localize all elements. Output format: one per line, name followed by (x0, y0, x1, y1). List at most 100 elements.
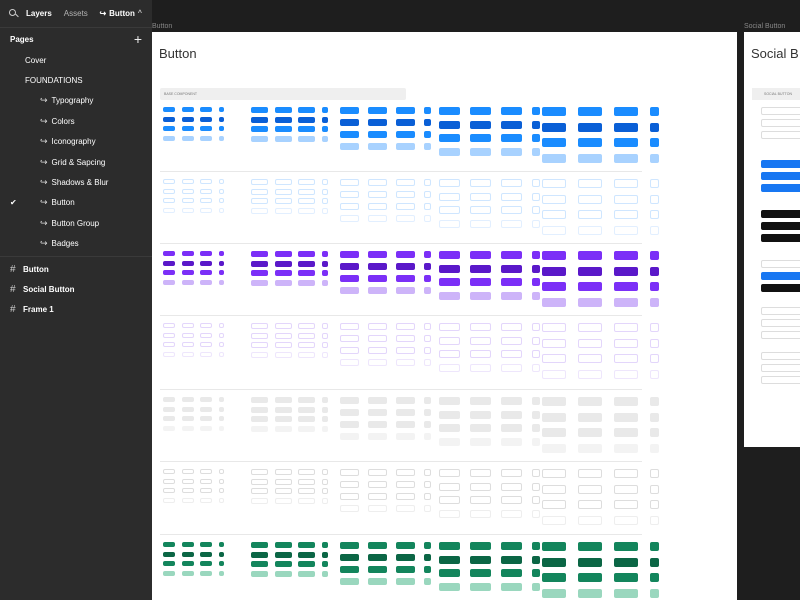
button-variant[interactable] (274, 198, 292, 204)
button-variant[interactable] (274, 478, 292, 485)
add-page-icon[interactable]: + (134, 32, 142, 46)
button-variant[interactable] (396, 251, 415, 258)
button-variant[interactable] (396, 347, 415, 354)
button-variant[interactable] (251, 425, 268, 432)
button-variant[interactable] (368, 323, 387, 330)
button-variant[interactable] (298, 406, 315, 413)
button-variant[interactable] (396, 433, 415, 440)
button-variant[interactable] (298, 207, 315, 214)
icon-button-variant[interactable] (532, 134, 540, 142)
button-variant[interactable] (274, 342, 292, 348)
button-variant[interactable] (470, 350, 491, 358)
button-variant[interactable] (542, 338, 566, 348)
button-variant[interactable] (470, 120, 491, 129)
button-variant[interactable] (368, 275, 387, 282)
button-variant[interactable] (501, 251, 522, 259)
button-variant[interactable] (340, 191, 359, 198)
button-variant[interactable] (614, 588, 638, 598)
button-variant[interactable] (274, 551, 292, 558)
button-variant[interactable] (368, 191, 387, 198)
button-variant[interactable] (396, 107, 415, 114)
button-variant[interactable] (501, 569, 522, 577)
button-variant[interactable] (542, 194, 566, 204)
button-variant[interactable] (181, 251, 194, 256)
button-variant[interactable] (340, 263, 359, 270)
button-variant[interactable] (181, 478, 194, 484)
icon-button-variant[interactable] (424, 131, 431, 138)
icon-button-variant[interactable] (424, 191, 431, 198)
social-sign-in-button[interactable] (761, 331, 800, 339)
button-variant[interactable] (181, 561, 194, 566)
icon-button-variant[interactable] (532, 482, 540, 491)
icon-button-variant[interactable] (321, 126, 328, 132)
icon-button-variant[interactable] (218, 351, 224, 357)
button-variant[interactable] (298, 135, 315, 142)
button-variant[interactable] (578, 515, 602, 525)
button-variant[interactable] (542, 297, 566, 307)
button-variant[interactable] (163, 416, 175, 421)
button-variant[interactable] (163, 179, 175, 184)
button-variant[interactable] (614, 428, 638, 437)
button-variant[interactable] (181, 260, 194, 266)
button-variant[interactable] (614, 225, 638, 235)
icon-button-variant[interactable] (532, 219, 540, 228)
button-variant[interactable] (340, 554, 359, 561)
icon-button-variant[interactable] (650, 500, 659, 509)
button-variant[interactable] (368, 179, 387, 186)
button-variant[interactable] (274, 488, 292, 494)
icon-button-variant[interactable] (218, 107, 224, 112)
button-variant[interactable] (298, 416, 315, 422)
icon-button-variant[interactable] (218, 116, 224, 122)
button-variant[interactable] (578, 397, 602, 406)
button-variant[interactable] (251, 488, 268, 494)
button-variant[interactable] (439, 134, 460, 142)
page-item[interactable]: ↪ Typography (0, 91, 152, 111)
button-variant[interactable] (470, 278, 491, 286)
button-variant[interactable] (614, 369, 638, 379)
button-variant[interactable] (200, 251, 212, 256)
button-variant[interactable] (439, 496, 460, 504)
button-variant[interactable] (396, 566, 415, 573)
button-variant[interactable] (614, 179, 638, 188)
button-variant[interactable] (470, 569, 491, 577)
button-variant[interactable] (200, 332, 212, 338)
button-variant[interactable] (181, 551, 194, 557)
button-variant[interactable] (614, 484, 638, 494)
button-variant[interactable] (396, 542, 415, 549)
icon-button-variant[interactable] (650, 443, 659, 453)
button-variant[interactable] (340, 493, 359, 500)
button-variant[interactable] (470, 179, 491, 187)
icon-button-variant[interactable] (424, 179, 431, 186)
button-variant[interactable] (298, 198, 315, 204)
button-variant[interactable] (298, 279, 315, 286)
tab-layers[interactable]: Layers (26, 9, 52, 18)
button-variant[interactable] (274, 279, 292, 286)
button-variant[interactable] (542, 484, 566, 494)
button-variant[interactable] (340, 469, 359, 476)
button-variant[interactable] (396, 469, 415, 476)
button-variant[interactable] (542, 469, 566, 478)
button-variant[interactable] (368, 287, 387, 294)
button-variant[interactable] (578, 225, 602, 235)
button-variant[interactable] (200, 551, 212, 557)
social-sign-in-button[interactable] (761, 210, 800, 218)
button-variant[interactable] (439, 542, 460, 550)
button-variant[interactable] (439, 323, 460, 331)
button-variant[interactable] (251, 469, 268, 475)
button-variant[interactable] (181, 107, 194, 112)
button-variant[interactable] (181, 116, 194, 122)
button-variant[interactable] (181, 406, 194, 412)
button-variant[interactable] (163, 251, 175, 256)
button-variant[interactable] (439, 120, 460, 129)
icon-button-variant[interactable] (218, 198, 224, 203)
button-variant[interactable] (163, 107, 175, 112)
icon-button-variant[interactable] (532, 509, 540, 518)
button-variant[interactable] (501, 542, 522, 550)
button-variant[interactable] (163, 260, 175, 266)
layer-item[interactable]: # Button (0, 259, 152, 279)
button-variant[interactable] (578, 266, 602, 276)
button-variant[interactable] (163, 342, 175, 347)
button-variant[interactable] (274, 425, 292, 432)
button-variant[interactable] (501, 397, 522, 405)
icon-button-variant[interactable] (424, 143, 431, 150)
